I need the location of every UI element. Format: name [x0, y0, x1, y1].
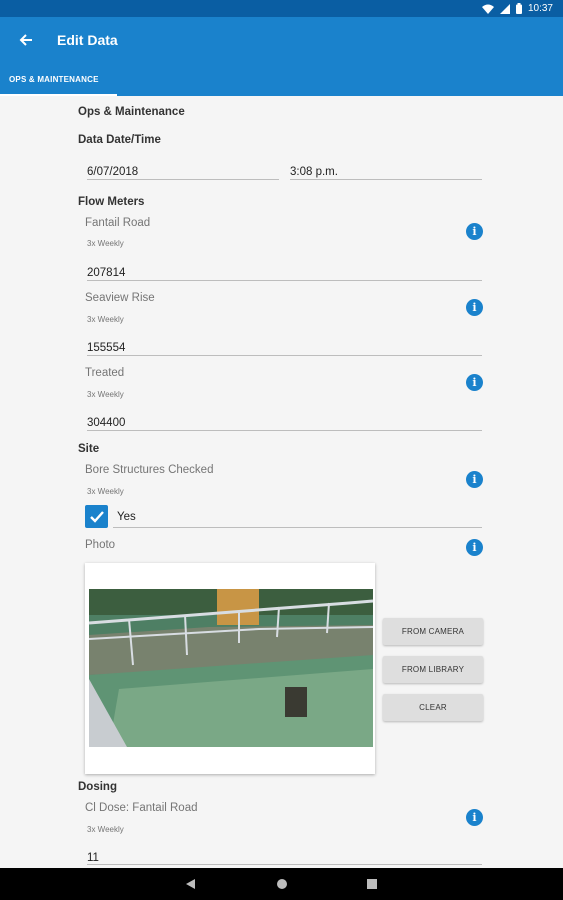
back-button[interactable]: [14, 29, 38, 51]
photo-label: Photo: [85, 539, 116, 551]
tab-indicator: [0, 94, 117, 96]
info-icon[interactable]: i: [466, 471, 483, 488]
tab-label: OPS & MAINTENANCE: [9, 75, 99, 84]
date-field[interactable]: 6/07/2018: [87, 162, 279, 180]
info-icon[interactable]: i: [466, 539, 483, 556]
status-icons: 10:37: [481, 2, 553, 15]
fantail-road-value: 207814: [87, 267, 126, 279]
bore-structures-label: Bore Structures Checked: [85, 464, 214, 476]
app-bar: Edit Data OPS & MAINTENANCE: [0, 17, 563, 96]
treated-input[interactable]: 304400: [87, 413, 482, 430]
fantail-road-label: Fantail Road: [85, 217, 151, 229]
info-icon[interactable]: i: [466, 809, 483, 826]
checkmark-icon: [89, 510, 104, 523]
from-library-button[interactable]: FROM LIBRARY: [383, 656, 483, 683]
info-icon[interactable]: i: [466, 223, 483, 240]
wifi-icon: [481, 4, 494, 14]
flow-meters-title: Flow Meters: [78, 196, 145, 208]
info-icon[interactable]: i: [466, 299, 483, 316]
battery-icon: [515, 3, 522, 14]
signal-icon: [499, 3, 510, 14]
arrow-back-icon: [19, 34, 32, 46]
fantail-road-frequency: 3x Weekly: [87, 239, 124, 248]
dosing-title: Dosing: [78, 781, 117, 793]
from-camera-button[interactable]: FROM CAMERA: [383, 618, 483, 645]
form-heading: Ops & Maintenance: [78, 106, 185, 118]
bore-structures-frequency: 3x Weekly: [87, 487, 124, 496]
bore-checked-checkbox[interactable]: [85, 505, 108, 528]
photo-card[interactable]: [85, 563, 375, 774]
seaview-rise-value: 155554: [87, 342, 126, 354]
seaview-rise-label: Seaview Rise: [85, 292, 155, 304]
home-circle-icon[interactable]: [276, 878, 288, 890]
cl-dose-frequency: 3x Weekly: [87, 825, 124, 834]
seaview-rise-frequency: 3x Weekly: [87, 315, 124, 324]
site-title: Site: [78, 443, 100, 455]
time-underline: [290, 179, 482, 180]
tab-ops-maintenance[interactable]: OPS & MAINTENANCE: [0, 71, 117, 96]
bore-checked-label: Yes: [117, 511, 136, 523]
treated-underline: [87, 430, 482, 431]
page-title: Edit Data: [57, 32, 118, 48]
treated-label: Treated: [85, 367, 125, 379]
bore-checked-underline: [113, 527, 482, 528]
time-field[interactable]: 3:08 p.m.: [290, 162, 482, 180]
back-triangle-icon[interactable]: [185, 878, 197, 890]
date-value: 6/07/2018: [87, 166, 139, 178]
treated-value: 304400: [87, 417, 126, 429]
navigation-bar: [0, 868, 563, 900]
time-value: 3:08 p.m.: [290, 166, 338, 178]
seaview-rise-underline: [87, 355, 482, 356]
fantail-road-underline: [87, 280, 482, 281]
status-time: 10:37: [527, 3, 553, 14]
recents-square-icon[interactable]: [366, 878, 378, 890]
status-bar: 10:37: [0, 0, 563, 17]
cl-dose-value: 11: [87, 852, 99, 864]
treated-frequency: 3x Weekly: [87, 390, 124, 399]
clear-button[interactable]: CLEAR: [383, 694, 483, 721]
fantail-road-input[interactable]: 207814: [87, 263, 482, 280]
cl-dose-input[interactable]: 11: [87, 848, 482, 864]
datetime-label: Data Date/Time: [78, 134, 161, 146]
seaview-rise-input[interactable]: 155554: [87, 338, 482, 355]
info-icon[interactable]: i: [466, 374, 483, 391]
date-underline: [87, 179, 279, 180]
cl-dose-label: Cl Dose: Fantail Road: [85, 802, 198, 814]
cl-dose-underline: [87, 864, 482, 865]
water-tank-photo: [89, 589, 373, 747]
